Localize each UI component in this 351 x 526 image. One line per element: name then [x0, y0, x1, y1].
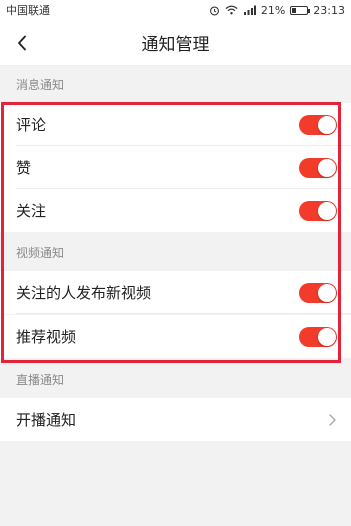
follow-toggle[interactable]: [299, 200, 337, 221]
row-recommended-video: 推荐视频: [0, 315, 351, 358]
row-like: 赞: [0, 146, 351, 189]
wifi-icon: [225, 5, 238, 15]
toggle-knob: [318, 327, 336, 346]
carrier-label: 中国联通: [6, 4, 50, 17]
row-comment: 评论: [0, 103, 351, 146]
toggle-knob: [318, 201, 336, 220]
back-button[interactable]: [10, 31, 34, 55]
status-bar: 中国联通 21% 23:13: [0, 0, 351, 20]
nav-bar: 通知管理: [0, 20, 351, 66]
following-new-video-toggle[interactable]: [299, 282, 337, 303]
toggle-knob: [318, 115, 336, 134]
clock-time: 23:13: [313, 3, 345, 17]
alarm-icon: [209, 5, 219, 15]
section-header-message: 消息通知: [0, 66, 351, 103]
toggle-knob: [318, 283, 336, 302]
toggle-knob: [318, 158, 336, 177]
row-label: 评论: [16, 116, 47, 134]
recommended-video-toggle[interactable]: [299, 326, 337, 347]
status-icons: 21% 23:13: [209, 4, 345, 17]
row-label: 赞: [16, 159, 32, 177]
like-toggle[interactable]: [299, 157, 337, 178]
battery-icon: [290, 5, 311, 15]
row-label: 开播通知: [16, 411, 77, 429]
comment-toggle[interactable]: [299, 114, 337, 135]
section-header-live: 直播通知: [0, 360, 351, 398]
chevron-left-icon: [18, 35, 26, 51]
row-label: 关注: [16, 202, 47, 220]
chevron-right-icon: [327, 413, 337, 427]
section-header-video: 视频通知: [0, 233, 351, 271]
row-label: 关注的人发布新视频: [16, 284, 152, 302]
row-live-start[interactable]: 开播通知: [0, 398, 351, 441]
page-title: 通知管理: [141, 35, 210, 55]
row-follow: 关注: [0, 189, 351, 232]
row-following-new-video: 关注的人发布新视频: [0, 271, 351, 314]
row-label: 推荐视频: [16, 328, 77, 346]
battery-percent: 21%: [260, 3, 286, 17]
battery-fill: [292, 7, 296, 13]
signal-icon: [243, 5, 256, 15]
